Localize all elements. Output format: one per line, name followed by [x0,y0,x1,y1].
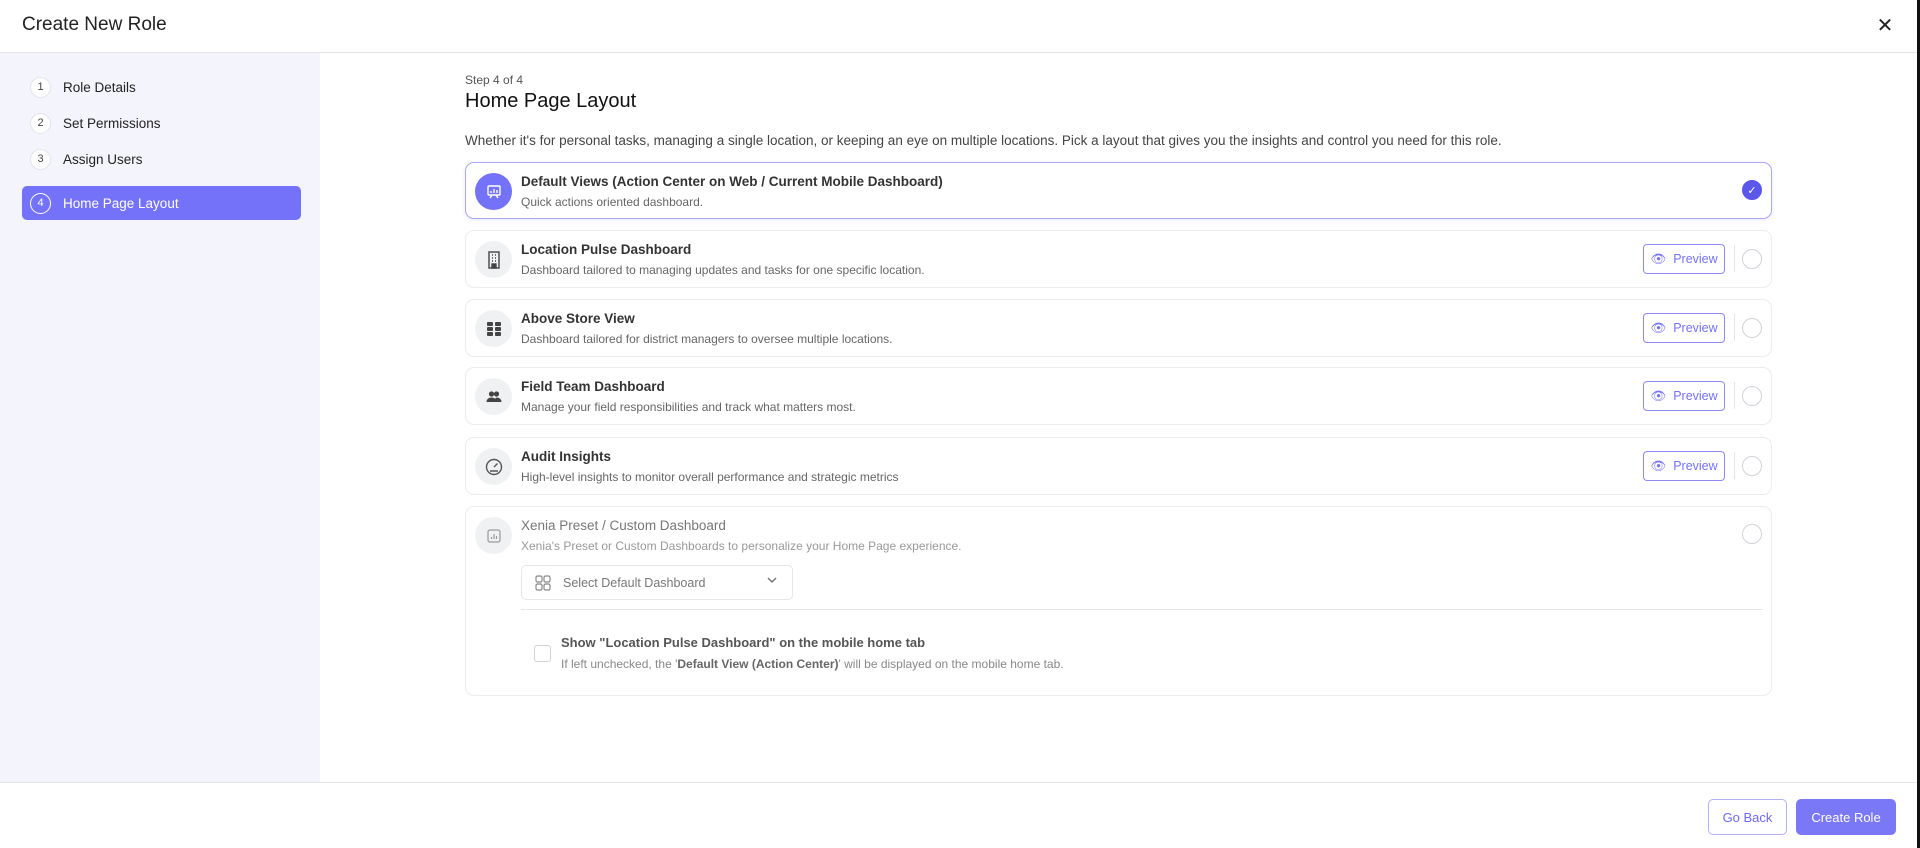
step-number: 1 [30,76,51,98]
checkbox-title: Show "Location Pulse Dashboard" on the m… [561,635,926,650]
option-location-pulse[interactable]: Location Pulse Dashboard Dashboard tailo… [465,230,1772,288]
option-description: High-level insights to monitor overall p… [521,470,899,484]
option-title: Location Pulse Dashboard [521,242,692,257]
option-default-views[interactable]: Default Views (Action Center on Web / Cu… [465,162,1772,219]
option-field-team[interactable]: Field Team Dashboard Manage your field r… [465,367,1772,425]
sidebar-step-assign-users[interactable]: 3 Assign Users [22,142,301,176]
option-audit-insights[interactable]: Audit Insights High-level insights to mo… [465,437,1772,495]
bar-chart-icon [475,517,512,554]
option-xenia-custom-dashboard[interactable]: Xenia Preset / Custom Dashboard Xenia's … [465,506,1772,696]
preview-label: Preview [1673,321,1718,335]
eye-icon: 👁 [1650,388,1667,403]
step-number: 3 [30,148,51,170]
close-icon[interactable]: ✕ [1874,15,1896,37]
modal-title: Create New Role [22,14,167,35]
create-role-button[interactable]: Create Role [1796,799,1896,835]
sidebar-step-role-details[interactable]: 1 Role Details [22,70,301,104]
step-number: 4 [30,192,51,214]
building-icon [475,241,512,278]
page-title: Home Page Layout [465,90,637,112]
preview-button[interactable]: 👁 Preview [1643,451,1725,481]
step-label: Home Page Layout [63,195,179,211]
option-radio[interactable] [1742,386,1762,406]
grid-icon [475,310,512,347]
option-radio[interactable] [1742,524,1762,544]
steps-sidebar: 1 Role Details 2 Set Permissions 3 Assign U… [0,53,320,782]
divider [1734,314,1735,341]
step-number: 2 [30,112,51,134]
step-label: Set Permissions [63,115,161,131]
go-back-button[interactable]: Go Back [1708,799,1787,835]
checkbox-description: If left unchecked, the 'Default View (Ac… [561,657,1064,671]
option-above-store[interactable]: Above Store View Dashboard tailored for … [465,299,1772,357]
users-icon [475,378,512,415]
divider [1734,452,1735,479]
checkbox-desc-text: ' will be displayed on the mobile home t… [838,657,1064,671]
select-placeholder: Select Default Dashboard [563,575,706,590]
preview-label: Preview [1673,389,1718,403]
gauge-icon [475,448,512,485]
modal-header: Create New Role ✕ [0,0,1917,53]
step-label: Role Details [63,79,136,95]
option-description: Dashboard tailored to managing updates a… [521,263,925,277]
step-indicator: Step 4 of 4 [465,73,524,87]
chevron-down-icon [766,574,778,589]
divider [521,609,1763,610]
preview-button[interactable]: 👁 Preview [1643,381,1725,411]
option-title: Field Team Dashboard [521,379,665,394]
option-description: Dashboard tailored for district managers… [521,332,893,346]
eye-icon: 👁 [1650,458,1667,473]
modal-footer: Go Back Create Role [0,782,1917,848]
option-description: Manage your field responsibilities and t… [521,400,856,414]
option-radio[interactable] [1742,456,1762,476]
eye-icon: 👁 [1650,251,1667,266]
option-title: Audit Insights [521,449,611,464]
preview-label: Preview [1673,459,1718,473]
option-radio[interactable] [1742,249,1762,269]
option-radio-selected[interactable]: ✓ [1742,180,1762,200]
option-title: Above Store View [521,311,635,326]
preview-button[interactable]: 👁 Preview [1643,313,1725,343]
divider [1734,245,1735,272]
preview-button[interactable]: 👁 Preview [1643,244,1725,274]
option-description: Xenia's Preset or Custom Dashboards to p… [521,539,962,553]
divider [1734,382,1735,409]
checkbox-desc-text: If left unchecked, the ' [561,657,678,671]
option-title: Xenia Preset / Custom Dashboard [521,518,726,533]
sidebar-step-set-permissions[interactable]: 2 Set Permissions [22,106,301,140]
checkbox-desc-bold: Default View (Action Center) [677,657,839,671]
page-description: Whether it's for personal tasks, managin… [465,133,1502,148]
step-label: Assign Users [63,151,143,167]
option-description: Quick actions oriented dashboard. [521,195,704,209]
option-radio[interactable] [1742,318,1762,338]
sidebar-step-home-page-layout[interactable]: 4 Home Page Layout [22,186,301,220]
eye-icon: 👁 [1650,320,1667,335]
default-dashboard-select[interactable]: Select Default Dashboard [521,565,793,600]
option-title: Default Views (Action Center on Web / Cu… [521,174,943,189]
presentation-chart-icon [475,173,512,210]
mobile-home-tab-checkbox[interactable] [534,645,551,662]
dashboard-icon [535,574,551,591]
preview-label: Preview [1673,252,1718,266]
